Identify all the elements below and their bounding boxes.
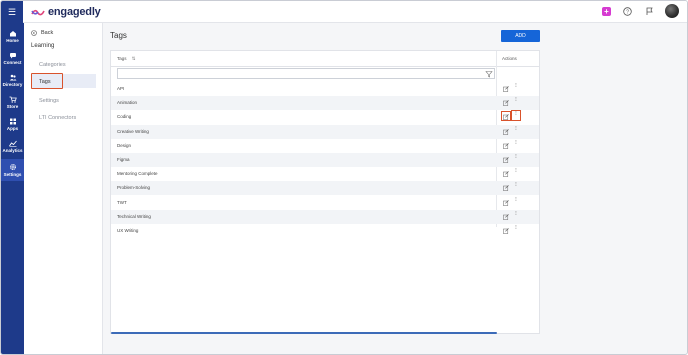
edit-icon[interactable] xyxy=(503,157,509,163)
brand-name: engagedly xyxy=(48,6,101,18)
table-row: Problem-Solving ⁝ xyxy=(111,181,539,196)
tag-name: TWT xyxy=(117,199,127,205)
edit-icon[interactable] xyxy=(503,228,509,234)
tags-table: Tags ⇅ Actions API ⁝ Animation ⁝ Coding ⁝ Crea… xyxy=(110,50,540,334)
avatar[interactable] xyxy=(665,4,679,18)
plus-square-icon[interactable]: + xyxy=(602,6,611,16)
nav-apps[interactable]: Apps xyxy=(1,113,24,135)
tags-header-label: Tags xyxy=(117,56,127,61)
chat-icon xyxy=(9,52,16,58)
more-options-icon[interactable]: ⁝ xyxy=(514,197,518,205)
edit-highlight-box xyxy=(501,111,511,121)
more-options-icon[interactable]: ⁝ xyxy=(514,225,518,233)
tags-filter-input[interactable] xyxy=(117,68,495,79)
more-options-icon[interactable]: ⁝ xyxy=(514,97,518,105)
more-options-icon[interactable]: ⁝ xyxy=(514,168,518,176)
tag-name: Figma xyxy=(117,157,130,162)
more-highlight-box xyxy=(511,110,521,121)
tag-name: Design xyxy=(117,142,132,148)
nav-directory[interactable]: Directory xyxy=(1,69,24,91)
edit-icon[interactable] xyxy=(503,185,509,192)
home-icon xyxy=(9,30,16,36)
nav-connect[interactable]: Connect xyxy=(1,47,24,69)
tag-name: Problem-Solving xyxy=(117,185,151,191)
table-row: UX Writing ⁝ xyxy=(111,224,539,238)
tags-column-header[interactable]: Tags ⇅ xyxy=(117,51,136,66)
table-row: Coding ⁝ xyxy=(111,110,539,124)
more-options-icon[interactable]: ⁝ xyxy=(514,211,518,219)
help-circle-icon[interactable]: ? xyxy=(621,5,633,17)
hamburger-icon[interactable]: ☰ xyxy=(1,1,23,23)
table-row: Mentoring Complete ⁝ xyxy=(111,167,539,181)
app-window: ☰ engagedly + ? Home Connect Directory S… xyxy=(0,0,688,355)
actions-column-header: Actions xyxy=(502,56,517,61)
tag-name: Mentoring Complete xyxy=(117,171,158,177)
gear-icon xyxy=(9,164,16,170)
back-link[interactable]: Back xyxy=(31,30,53,36)
more-options-icon[interactable]: ⁝ xyxy=(514,83,518,91)
flag-icon[interactable] xyxy=(643,5,655,17)
nav-label: Analytics xyxy=(2,147,23,153)
edit-icon[interactable] xyxy=(503,86,509,92)
edit-icon[interactable] xyxy=(503,199,509,206)
table-row: Figma ⁝ xyxy=(111,153,539,167)
tag-name: UX Writing xyxy=(117,228,139,233)
submenu-item-lti-connectors[interactable]: LTI Connectors xyxy=(39,115,76,121)
edit-icon[interactable] xyxy=(503,171,509,178)
more-options-icon[interactable]: ⁝ xyxy=(514,140,518,148)
edit-icon[interactable] xyxy=(503,142,509,149)
edit-icon[interactable] xyxy=(503,100,509,107)
cart-icon xyxy=(9,96,17,103)
people-icon xyxy=(9,74,16,80)
nav-store[interactable]: Store xyxy=(1,91,24,113)
nav-label: Apps xyxy=(6,125,19,131)
submenu-item-settings[interactable]: Settings xyxy=(39,98,59,104)
back-arrow-icon xyxy=(31,30,37,36)
tag-name: Animation xyxy=(117,100,138,106)
tag-name: Creative Writing xyxy=(117,128,149,134)
sort-icon[interactable]: ⇅ xyxy=(132,56,136,61)
top-actions: + ? xyxy=(602,4,679,18)
edit-icon[interactable] xyxy=(503,128,509,135)
page-title: Tags xyxy=(110,31,127,40)
section-title: Learning xyxy=(31,43,55,49)
nav-label: Directory xyxy=(2,81,23,87)
brand-logo[interactable]: engagedly xyxy=(31,5,101,19)
header-divider xyxy=(111,66,539,67)
table-row: Design ⁝ xyxy=(111,139,539,153)
nav-analytics[interactable]: Analytics xyxy=(1,135,24,157)
brand-mark-icon xyxy=(31,9,45,15)
table-row: Technical Writing ⁝ xyxy=(111,209,539,224)
tag-name: Technical Writing xyxy=(117,213,151,219)
table-row: TWT ⁝ xyxy=(111,196,539,210)
nav-settings[interactable]: Settings xyxy=(1,159,24,181)
nav-label: Settings xyxy=(3,172,22,177)
top-bar: ☰ engagedly + ? xyxy=(1,1,687,23)
svg-text:?: ? xyxy=(626,9,629,15)
filter-icon[interactable] xyxy=(485,70,493,78)
edit-icon[interactable] xyxy=(503,213,509,220)
tags-highlight-box xyxy=(31,73,63,89)
left-nav: Home Connect Directory Store Apps Analyt… xyxy=(1,23,24,354)
table-row: API ⁝ xyxy=(111,82,539,96)
nav-label: Store xyxy=(6,103,19,109)
apps-icon xyxy=(9,118,16,124)
more-options-icon[interactable]: ⁝ xyxy=(514,182,518,190)
more-options-icon[interactable]: ⁝ xyxy=(514,154,518,162)
settings-submenu: Back Learning Categories Tags Settings L… xyxy=(24,23,103,354)
table-row: Creative Writing ⁝ xyxy=(111,124,539,139)
back-label: Back xyxy=(41,30,54,36)
horizontal-scrollbar[interactable] xyxy=(111,332,497,334)
submenu-item-categories[interactable]: Categories xyxy=(39,62,66,68)
nav-label: Home xyxy=(6,37,19,43)
nav-home[interactable]: Home xyxy=(1,25,24,47)
table-row: Animation ⁝ xyxy=(111,96,539,111)
tag-name: Coding xyxy=(117,114,132,120)
chart-icon xyxy=(8,140,17,147)
tag-name: API xyxy=(117,86,125,91)
add-button[interactable]: ADD xyxy=(501,30,540,42)
more-options-icon[interactable]: ⁝ xyxy=(514,126,518,134)
nav-label: Connect xyxy=(3,59,22,65)
